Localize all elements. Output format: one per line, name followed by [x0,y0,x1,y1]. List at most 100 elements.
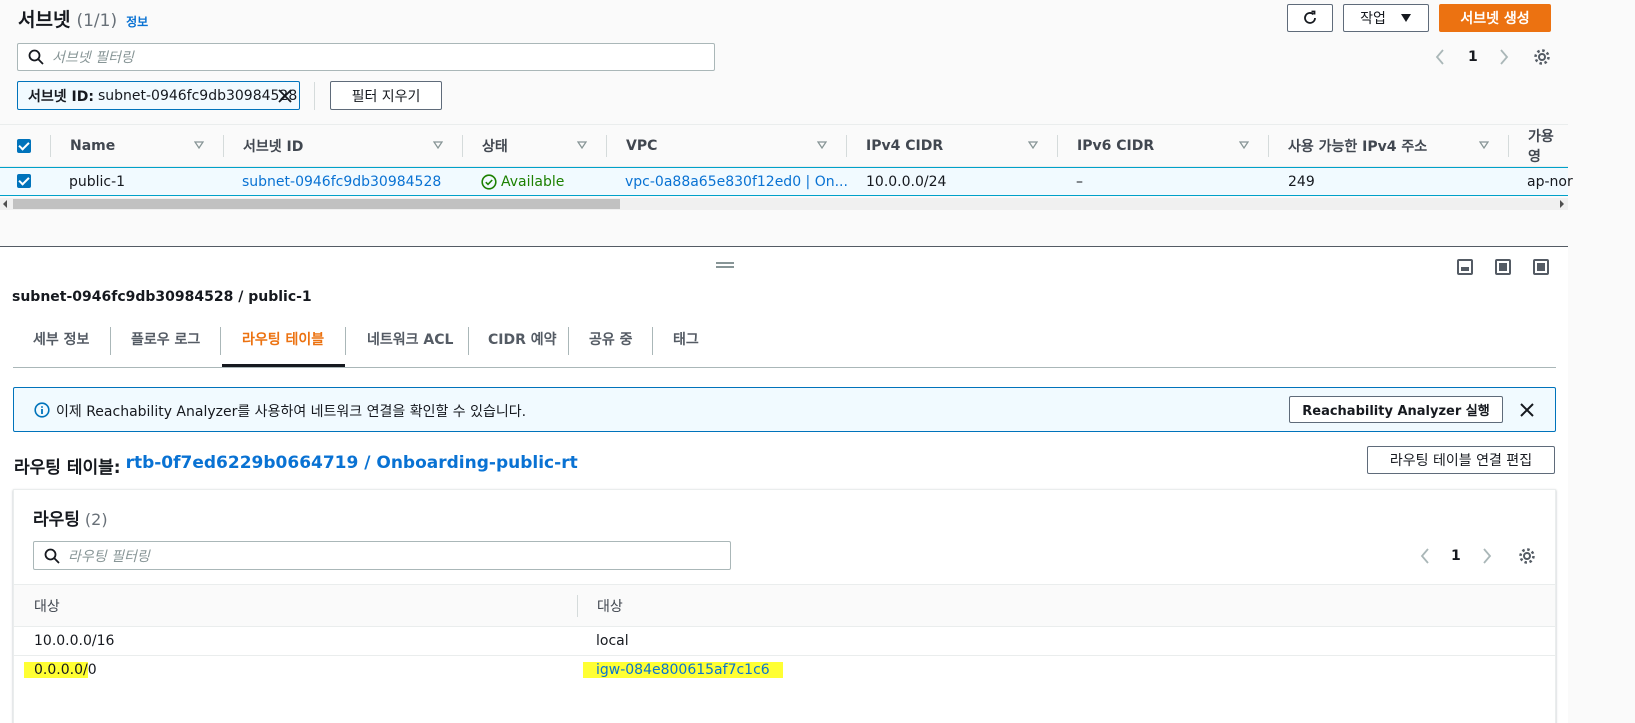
col-subnet-id[interactable]: 서브넷 ID [243,125,303,167]
col-vpc[interactable]: VPC [626,125,657,167]
panel-side-icon[interactable] [1495,259,1511,275]
filter-divider [314,82,315,110]
routes-heading: 라우팅 (2) [33,505,108,530]
cell-destination: 10.0.0.0/16 [34,633,115,649]
settings-button[interactable] [1533,48,1551,70]
resize-handle-icon[interactable] [716,262,734,268]
cell-available-ipv4: 249 [1288,174,1315,190]
col-ipv6-cidr[interactable]: IPv6 CIDR [1077,125,1154,167]
clear-filters-button[interactable]: 필터 지우기 [330,81,442,110]
select-all-checkbox[interactable] [17,139,31,153]
prev-page-icon[interactable] [1419,548,1431,564]
routes-pagination: 1 [1419,545,1493,567]
col-available-ipv4[interactable]: 사용 가능한 IPv4 주소 [1288,125,1427,167]
cell-ipv4-cidr: 10.0.0.0/24 [866,174,947,190]
col-divider [1057,135,1058,157]
filter-token: 서브넷 ID: subnet-0946fc9db30984528 [17,81,300,110]
col-target[interactable]: 대상 [597,585,623,627]
route-table-link[interactable]: rtb-0f7ed6229b0664719 / Onboarding-publi… [126,453,578,478]
info-link[interactable]: 정보 [126,13,148,30]
search-icon [28,49,44,65]
scroll-left-arrow [3,200,7,208]
scrollbar-thumb[interactable] [13,199,620,209]
routes-page-number[interactable]: 1 [1451,548,1461,564]
top-pagination: 1 [1434,46,1510,68]
col-ipv4-cidr[interactable]: IPv4 CIDR [866,125,943,167]
cell-name: public-1 [69,174,126,190]
panel-bottom-icon[interactable] [1457,259,1473,275]
cell-subnet-id-link[interactable]: subnet-0946fc9db30984528 [242,168,441,196]
search-icon [44,548,60,564]
prev-page-icon[interactable] [1434,49,1446,65]
search-placeholder: 서브넷 필터링 [52,50,134,66]
alert-text: 이제 Reachability Analyzer를 사용하여 네트워크 연결을 … [56,404,527,420]
actions-label: 작업 [1360,11,1386,27]
page-number[interactable]: 1 [1468,49,1478,65]
create-subnet-button[interactable]: 서브넷 생성 [1439,4,1551,32]
page-title-count: (1/1) [76,11,118,31]
refresh-button[interactable] [1287,4,1333,32]
tab-divider [468,327,469,355]
row-checkbox[interactable] [17,174,31,188]
sort-icon[interactable] [817,140,827,150]
routes-search-placeholder: 라우팅 필터링 [68,548,150,565]
panel-position-buttons [1457,259,1549,275]
tab-sharing[interactable]: 공유 중 [589,314,633,364]
table-row: 0.0.0.0/0 igw-084e800615af7c1c6 [14,656,1555,685]
gear-icon [1534,49,1550,65]
tab-cidr-reservations[interactable]: CIDR 예약 [488,314,557,364]
routes-container: 라우팅 (2) 라우팅 필터링 1 대상 대상 10.0.0.0/16 loca… [13,489,1556,723]
tab-tags[interactable]: 태그 [673,314,699,364]
tab-divider [220,327,221,355]
edit-route-table-association-button[interactable]: 라우팅 테이블 연결 편집 [1367,446,1555,474]
dismiss-close-icon[interactable] [1520,403,1534,417]
cell-vpc-link[interactable]: vpc-0a88a65e830f12ed0 | On... [625,168,848,196]
status-text: Available [501,174,565,190]
tab-flow-logs[interactable]: 플로우 로그 [131,314,200,364]
col-availability-zone[interactable]: 가용 영 [1528,125,1568,167]
horizontal-scrollbar[interactable] [0,198,1568,210]
col-status[interactable]: 상태 [482,125,508,167]
tab-divider [652,327,653,355]
col-destination[interactable]: 대상 [34,585,60,627]
cell-destination: 0.0.0.0/0 [24,656,97,684]
routes-table-header: 대상 대상 [14,584,1555,627]
sort-icon[interactable] [577,140,587,150]
next-page-icon[interactable] [1498,49,1510,65]
cell-target-link[interactable]: igw-084e800615af7c1c6 [583,656,783,684]
sort-icon[interactable] [433,140,443,150]
table-row[interactable]: public-1 subnet-0946fc9db30984528 Availa… [0,167,1573,196]
scroll-right-arrow [1560,200,1564,208]
routes-search-input[interactable]: 라우팅 필터링 [33,541,731,570]
sort-icon[interactable] [194,140,204,150]
subnet-search-input[interactable]: 서브넷 필터링 [17,43,715,71]
cell-target: local [596,633,629,649]
panel-title: subnet-0946fc9db30984528 / public-1 [12,289,312,305]
panel-full-icon[interactable] [1533,259,1549,275]
destination-suffix: 0 [87,662,97,678]
col-name[interactable]: Name [70,125,115,167]
filter-token-value: subnet-0946fc9db30984528 [97,87,298,104]
routes-title: 라우팅 [33,510,80,530]
sort-icon[interactable] [1239,140,1249,150]
actions-dropdown[interactable]: 작업 [1343,4,1429,32]
tab-divider [345,327,346,355]
tab-route-table[interactable]: 라우팅 테이블 [242,314,324,364]
tab-network-acl[interactable]: 네트워크 ACL [367,314,453,364]
col-divider [1508,135,1509,157]
run-reachability-analyzer-button[interactable]: Reachability Analyzer 실행 [1289,396,1503,423]
tab-details[interactable]: 세부 정보 [33,314,89,364]
caret-down-icon [1400,14,1411,22]
route-table-label: 라우팅 테이블: [14,458,121,478]
close-icon[interactable] [278,88,292,103]
sort-icon[interactable] [1028,140,1038,150]
routes-settings-button[interactable] [1518,547,1536,569]
next-page-icon[interactable] [1481,548,1493,564]
table-row: 10.0.0.0/16 local [14,627,1555,656]
col-divider [462,135,463,157]
route-table-heading: 라우팅 테이블: rtb-0f7ed6229b0664719 / Onboard… [14,453,578,478]
info-alert: 이제 Reachability Analyzer를 사용하여 네트워크 연결을 … [13,387,1556,432]
page-title: 서브넷 (1/1) 정보 [18,5,148,32]
sort-icon[interactable] [1479,140,1489,150]
col-divider [577,595,578,617]
